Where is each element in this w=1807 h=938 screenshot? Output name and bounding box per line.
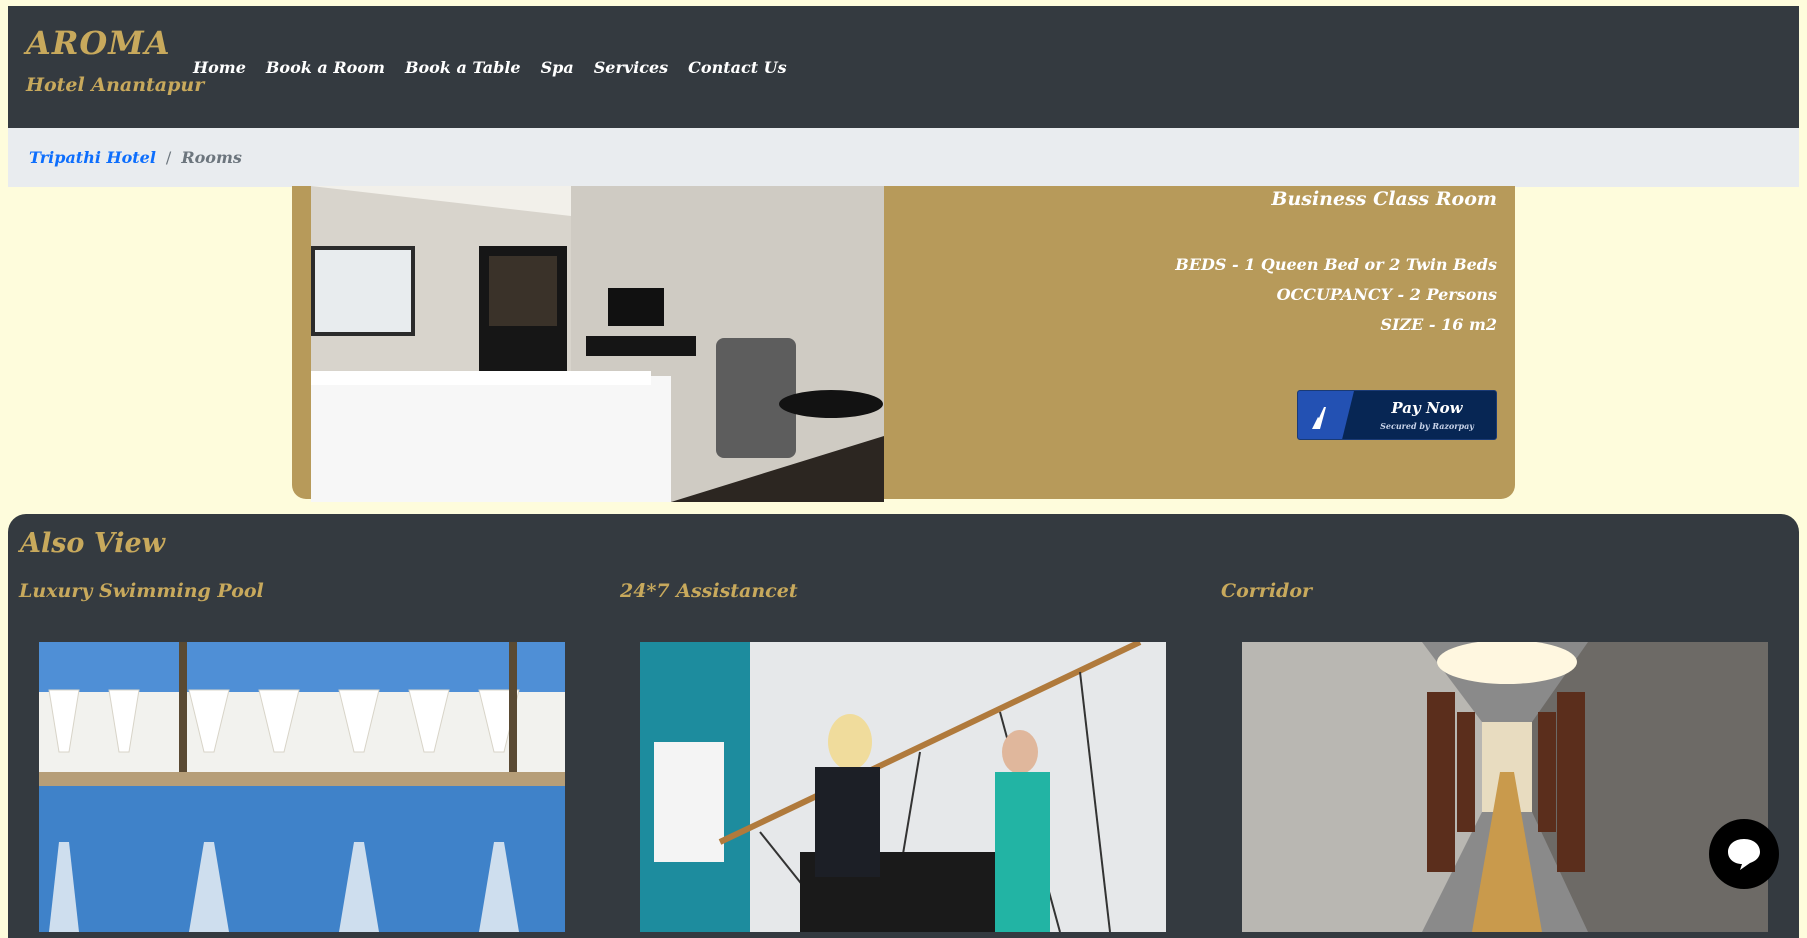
breadcrumb-separator: / bbox=[165, 148, 172, 167]
pay-now-sublabel: Secured by Razorpay bbox=[1380, 421, 1474, 431]
nav-home[interactable]: Home bbox=[193, 58, 246, 77]
also-view-caption: Corridor bbox=[1221, 580, 1313, 602]
room-name: Business Class Room bbox=[1271, 188, 1497, 210]
also-view-item-pool[interactable]: Luxury Swimming Pool bbox=[19, 580, 619, 602]
breadcrumb-current: Rooms bbox=[181, 148, 242, 167]
also-view-caption: 24*7 Assistancet bbox=[620, 580, 798, 602]
nav-book-table[interactable]: Book a Table bbox=[405, 58, 521, 77]
room-photo bbox=[311, 186, 884, 502]
breadcrumb: Tripathi Hotel / Rooms bbox=[8, 128, 1799, 187]
also-view-title: Also View bbox=[20, 528, 165, 559]
pool-photo[interactable] bbox=[39, 642, 565, 932]
also-view-item-corridor[interactable]: Corridor bbox=[1221, 580, 1799, 602]
room-occupancy: OCCUPANCY - 2 Persons bbox=[1276, 285, 1497, 304]
pay-now-button[interactable]: Pay Now Secured by Razorpay bbox=[1297, 390, 1497, 440]
brand-title: AROMA bbox=[26, 24, 171, 62]
also-view-caption: Luxury Swimming Pool bbox=[19, 580, 264, 602]
nav-services[interactable]: Services bbox=[594, 58, 668, 77]
room-card: Business Class Room BEDS - 1 Queen Bed o… bbox=[292, 186, 1515, 502]
chat-icon bbox=[1728, 839, 1760, 870]
corridor-photo[interactable] bbox=[1242, 642, 1768, 932]
nav-links: Home Book a Room Book a Table Spa Servic… bbox=[193, 58, 787, 77]
also-view-item-assistance[interactable]: 24*7 Assistancet bbox=[620, 580, 1220, 602]
nav-contact[interactable]: Contact Us bbox=[688, 58, 786, 77]
pay-now-label: Pay Now bbox=[1391, 399, 1463, 417]
navbar: AROMA Hotel Anantapur Home Book a Room B… bbox=[8, 6, 1799, 128]
room-beds: BEDS - 1 Queen Bed or 2 Twin Beds bbox=[1175, 255, 1497, 274]
room-size: SIZE - 16 m2 bbox=[1380, 315, 1497, 334]
brand-subtitle: Hotel Anantapur bbox=[26, 74, 205, 96]
brand[interactable]: AROMA Hotel Anantapur bbox=[26, 24, 204, 96]
nav-spa[interactable]: Spa bbox=[541, 58, 574, 77]
room-details: BEDS - 1 Queen Bed or 2 Twin Beds OCCUPA… bbox=[1175, 250, 1497, 340]
nav-book-room[interactable]: Book a Room bbox=[266, 58, 385, 77]
razorpay-logo-icon bbox=[1298, 391, 1354, 439]
assistance-photo[interactable] bbox=[640, 642, 1166, 932]
room-info: Business Class Room BEDS - 1 Queen Bed o… bbox=[1175, 186, 1497, 340]
also-view-section: Also View Luxury Swimming Pool 24*7 Assi… bbox=[8, 514, 1799, 938]
breadcrumb-home-link[interactable]: Tripathi Hotel bbox=[29, 148, 156, 167]
chat-button[interactable] bbox=[1709, 819, 1779, 889]
